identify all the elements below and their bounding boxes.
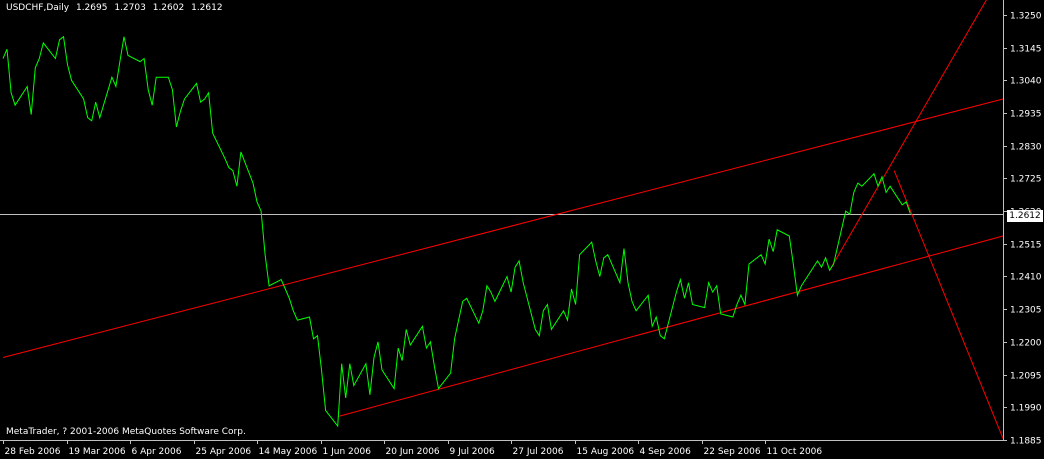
y-tick-label: 1.2305	[1010, 306, 1042, 316]
x-tick-label: 22 Sep 2006	[704, 447, 761, 457]
copyright-text: MetaTrader, ? 2001-2006 MetaQuotes Softw…	[6, 427, 246, 437]
trendlines-layer	[2, 0, 1004, 439]
series-layer	[2, 35, 911, 428]
x-tick-label: 9 Jul 2006	[450, 447, 495, 457]
symbol-timeframe: USDCHF,Daily	[6, 3, 70, 13]
x-tick-label: 11 Oct 2006	[767, 447, 823, 457]
y-tick-label: 1.2095	[1010, 372, 1042, 382]
x-tick-label: 27 Jul 2006	[513, 447, 564, 457]
y-tick-label: 1.2725	[1010, 175, 1042, 185]
channel-lower-line	[337, 235, 1004, 418]
steep-line-line	[829, 0, 987, 271]
y-tick-label: 1.2410	[1010, 273, 1042, 283]
x-tick-label: 1 Jun 2006	[323, 447, 372, 457]
y-tick-label: 1.3145	[1010, 45, 1042, 55]
y-tick-label: 1.3040	[1010, 77, 1042, 87]
high-price: 1.2703	[114, 3, 146, 13]
y-tick-label: 1.2935	[1010, 110, 1042, 120]
chart-header: USDCHF,Daily 1.2695 1.2703 1.2602 1.2612	[6, 3, 227, 13]
x-tick-label: 28 Feb 2006	[5, 447, 61, 457]
y-tick-label: 1.2830	[1010, 143, 1042, 153]
tick-labels-layer: 1.3250 1.3145 1.3040 1.2935 1.2830 1.2725 1.26…	[3, 12, 1042, 457]
chart-window: 1.3250 1.3145 1.3040 1.2935 1.2830 1.2725 1.26…	[0, 0, 1044, 459]
x-tick-label: 6 Apr 2006	[132, 447, 182, 457]
down-line-line	[893, 170, 1004, 439]
low-price: 1.2602	[152, 3, 185, 13]
y-tick-label: 1.1885	[1010, 437, 1042, 447]
close-price: 1.2612	[191, 3, 223, 13]
price-chart: 1.3250 1.3145 1.3040 1.2935 1.2830 1.2725 1.26…	[0, 0, 1042, 457]
x-tick-label: 4 Sep 2006	[640, 447, 692, 457]
x-tick-label: 19 Mar 2006	[69, 447, 126, 457]
y-tick-label: 1.3250	[1010, 12, 1042, 22]
x-tick-label: 25 Apr 2006	[196, 447, 252, 457]
x-tick-label: 14 May 2006	[259, 447, 318, 457]
x-tick-label: 15 Aug 2006	[577, 447, 635, 457]
price-series-line	[2, 35, 911, 428]
x-tick-label: 20 Jun 2006	[386, 447, 440, 457]
open-price: 1.2695	[75, 3, 108, 13]
axis-layer	[0, 0, 1004, 441]
y-tick-label: 1.1990	[1010, 404, 1042, 414]
current-price-label: 1.2612	[1007, 210, 1043, 222]
y-tick-label: 1.2200	[1010, 339, 1042, 349]
channel-upper-line	[2, 98, 1004, 358]
y-tick-label: 1.2515	[1010, 241, 1042, 251]
